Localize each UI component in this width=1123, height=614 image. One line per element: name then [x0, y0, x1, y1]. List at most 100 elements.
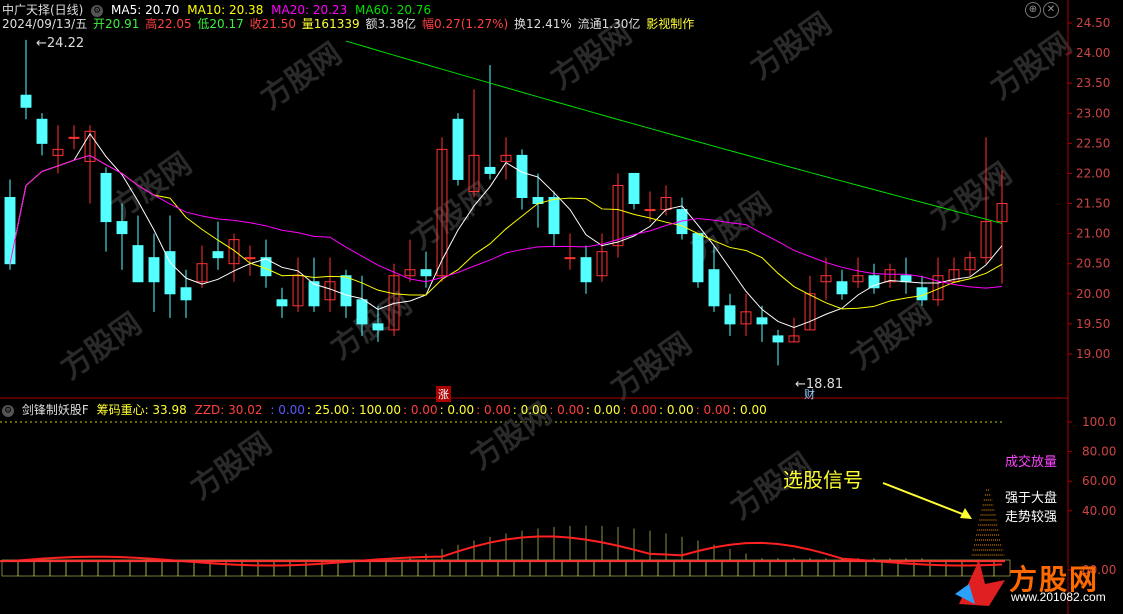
zhang-badge[interactable]: 涨: [436, 386, 451, 402]
candle-body: [724, 305, 736, 325]
close-icon[interactable]: ✕: [1043, 2, 1059, 18]
indicator-bar: [401, 559, 419, 577]
candle-body: [100, 172, 112, 223]
candle-body: [516, 154, 528, 199]
candle-body: [116, 221, 128, 235]
indicator-bar: [17, 559, 35, 577]
candle-body: [756, 317, 768, 325]
logo-mark-icon: [955, 560, 1005, 606]
cai-badge[interactable]: 财: [804, 386, 815, 402]
price-tick-label: 21.50: [1076, 197, 1110, 211]
settings-gear-icon[interactable]: ⚙: [91, 4, 104, 17]
site-logo: 方股网 www.201082.com: [949, 554, 1119, 610]
indicator-bar: [833, 559, 851, 577]
price-tick-label: 19.00: [1076, 347, 1110, 361]
candle-body: [36, 118, 48, 144]
candle-body: [564, 257, 576, 260]
volume-surge-label: 成交放量: [1005, 455, 1058, 470]
watermark-text: 方股网: [185, 426, 279, 506]
candle-body: [452, 118, 464, 180]
indicator-name[interactable]: 剑锋制妖股F: [22, 403, 89, 417]
candle-body: [4, 197, 16, 265]
indicator-bar: [65, 559, 83, 577]
candle-body: [580, 257, 592, 283]
indicator-bar: [561, 559, 579, 577]
low-marker: ←18.81: [795, 377, 844, 392]
indicator-bar: [529, 559, 547, 577]
indicator-bar: [913, 559, 931, 577]
indicator-bar: [33, 559, 51, 577]
indicator-value: : 0.00: [585, 403, 621, 417]
header-row-2: 2024/09/13/五 开20.91 高22.05 低20.17 收21.50…: [2, 16, 698, 32]
candle-body: [164, 251, 176, 295]
industry-label: 影视制作: [646, 17, 695, 31]
stronger-than-market-label: 强于大盘: [1005, 491, 1058, 506]
indicator-bar: [513, 559, 531, 577]
indicator-bar: [353, 559, 371, 577]
expand-icon[interactable]: ⊕: [1025, 2, 1041, 18]
indicator-value: : 0.00: [659, 403, 694, 417]
candle-body: [900, 275, 912, 283]
watermark-text: 方股网: [745, 6, 839, 86]
high-label: 高22.05: [145, 17, 192, 31]
candle-body: [772, 335, 784, 343]
indicator-value: : 0.00: [549, 403, 584, 417]
indicator-value: : 0.00: [270, 403, 305, 417]
indicator-bar: [929, 559, 947, 577]
indicator-bar: [49, 559, 67, 577]
watermark-text: 方股网: [605, 326, 699, 406]
stock-title: 中广天择(日线): [2, 3, 84, 17]
indicator-tick-label: 100.0: [1082, 415, 1116, 429]
price-tick-label: 23.00: [1076, 106, 1110, 120]
indicator-header: ⚙ 剑锋制妖股F 筹码重心: 33.98 ZZD: 30.02 : 0.00: …: [2, 402, 773, 418]
chip-center-label: 筹码重心: 33.98: [96, 403, 187, 417]
price-tick-label: 22.50: [1076, 136, 1110, 150]
price-tick-label: 20.00: [1076, 287, 1110, 301]
indicator-bar: [385, 559, 403, 577]
indicator-bar: [161, 559, 179, 577]
candle-body: [372, 323, 384, 331]
candle-body: [244, 257, 256, 260]
candle-body: [692, 233, 704, 283]
chart-canvas[interactable]: 方股网 方股网 方股网 方股网方股网 方股网 方股网 方股网方股网 方股网 方股网 方股网方股网方…: [0, 0, 1123, 614]
indicator-bar: [721, 559, 739, 577]
indicator-bar: [801, 559, 819, 577]
close-label: 收21.50: [249, 17, 296, 31]
indicator-value: : 0.00: [476, 403, 511, 417]
watermark-text: 方股网: [325, 286, 419, 366]
selection-signal-label: 选股信号: [783, 468, 863, 492]
price-tick-label: 21.00: [1076, 227, 1110, 241]
indicator-bar: [497, 559, 515, 577]
indicator-bar: [577, 559, 595, 577]
logo-url: www.201082.com: [1011, 590, 1106, 604]
indicator-settings-icon[interactable]: ⚙: [2, 404, 14, 417]
indicator-value: : 0.00: [732, 403, 767, 417]
indicator-bar: [641, 559, 659, 577]
indicator-value: : 0.00: [439, 403, 475, 417]
indicator-bar: [673, 559, 691, 577]
indicator-bar: [785, 559, 803, 577]
candle-body: [548, 197, 560, 235]
volume-label: 量161339: [301, 17, 360, 31]
ma60-line: [345, 40, 1003, 224]
watermark-text: 方股网: [925, 156, 1019, 236]
change-label: 幅0.27(1.27%): [422, 17, 509, 31]
indicator-value: : 0.00: [695, 403, 731, 417]
indicator-bar: [257, 559, 275, 577]
ma10-label: MA10: 20.38: [187, 3, 264, 17]
indicator-value: : 0.00: [403, 403, 438, 417]
indicator-bar: [113, 559, 131, 577]
candle-body: [420, 269, 432, 277]
low-label: 低20.17: [197, 17, 244, 31]
high-marker: ←24.22: [36, 36, 85, 51]
indicator-bar: [545, 559, 563, 577]
indicator-bar: [81, 559, 99, 577]
indicator-bar: [97, 559, 115, 577]
indicator-bar: [609, 559, 627, 577]
candle-body: [868, 275, 880, 289]
indicator-bar: [129, 559, 147, 577]
turnover-label: 换12.41%: [514, 17, 572, 31]
ma5-label: MA5: 20.70: [111, 3, 180, 17]
ma20-label: MA20: 20.23: [271, 3, 348, 17]
signal-arrow: [882, 482, 971, 518]
